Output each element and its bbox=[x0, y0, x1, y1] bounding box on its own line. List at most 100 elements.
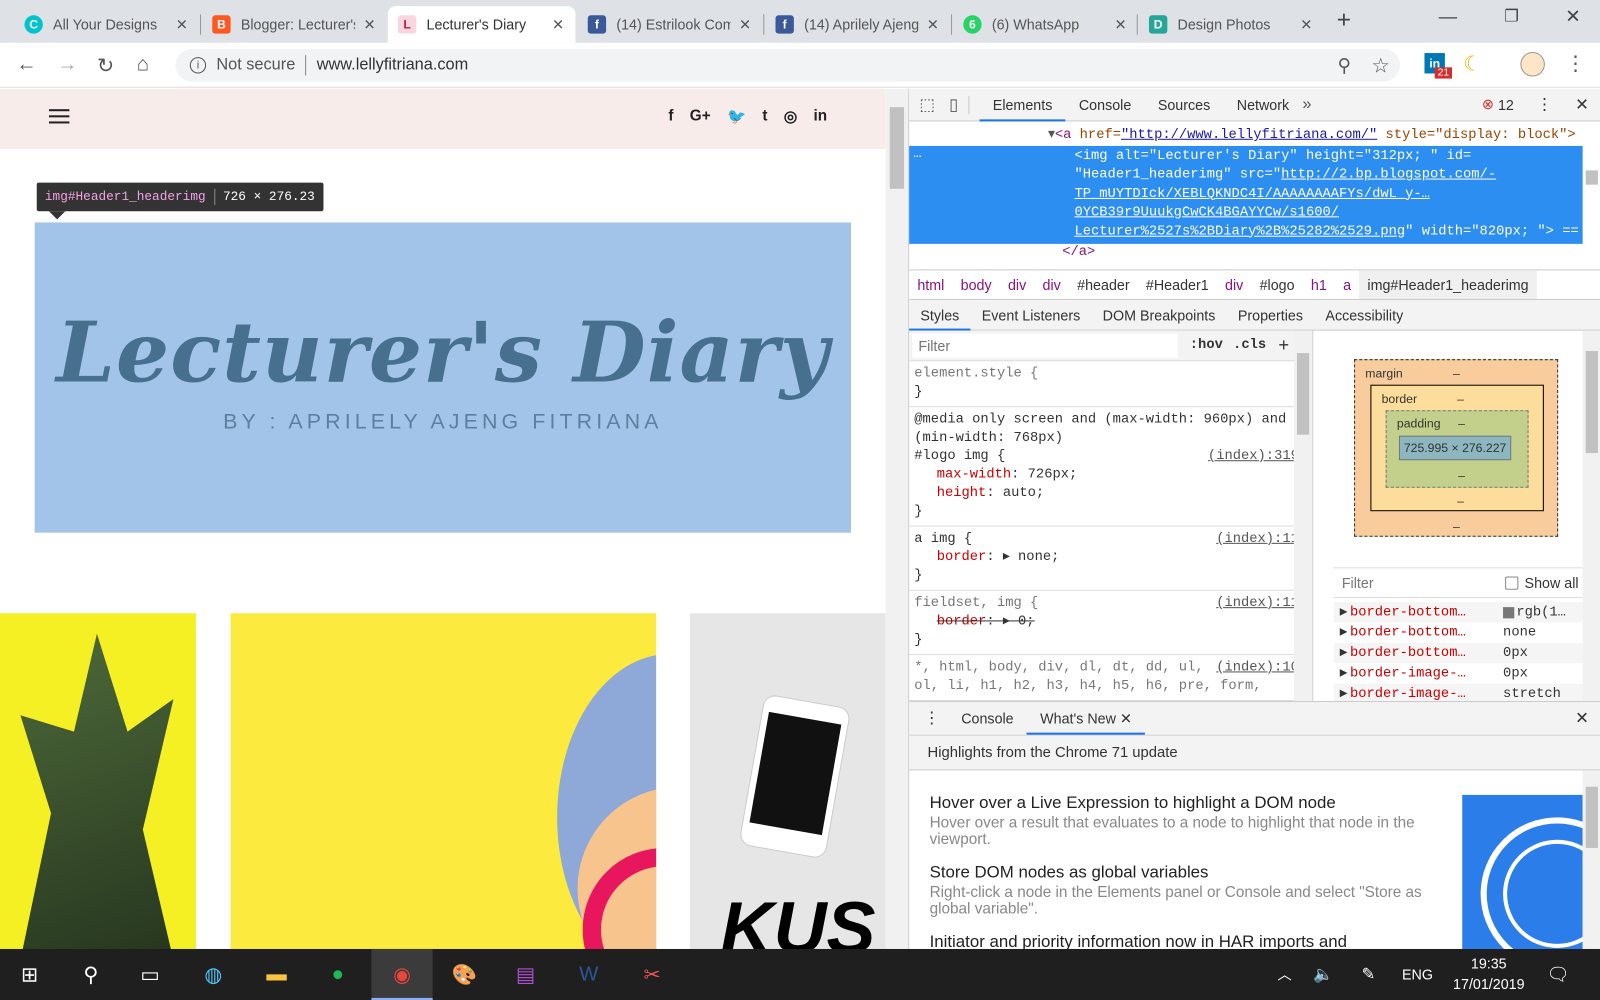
close-tab-icon[interactable]: ✕ bbox=[927, 16, 939, 33]
breadcrumb-item[interactable]: h1 bbox=[1303, 277, 1335, 293]
computed-property[interactable]: ▶ border-image-… 0px bbox=[1334, 663, 1583, 683]
search-icon[interactable]: ⚲ bbox=[76, 959, 107, 990]
show-all-checkbox[interactable] bbox=[1505, 576, 1519, 590]
cls-toggle[interactable]: .cls bbox=[1233, 338, 1266, 353]
zoom-icon[interactable]: ⚲ bbox=[1338, 55, 1351, 76]
styles-filter-input[interactable] bbox=[912, 333, 1178, 358]
facebook-icon[interactable]: f bbox=[668, 107, 673, 125]
tab-facebook-estrilook[interactable]: f(14) Estrilook Community✕ bbox=[578, 6, 762, 43]
style-property[interactable]: height: auto; bbox=[914, 485, 1307, 503]
subtab-event-listeners[interactable]: Event Listeners bbox=[971, 299, 1092, 330]
rule-source-link[interactable]: (index):3191 bbox=[1208, 448, 1307, 466]
close-tab-icon[interactable]: ✕ bbox=[1120, 710, 1132, 726]
node-actions-ellipsis[interactable]: … bbox=[913, 145, 921, 164]
color-swatch[interactable] bbox=[1503, 606, 1515, 618]
close-drawer-icon[interactable]: ✕ bbox=[1575, 708, 1589, 728]
snipping-tool-icon[interactable]: ✂ bbox=[637, 959, 668, 990]
windows-start-icon[interactable]: ⊞ bbox=[14, 959, 45, 990]
globe-app-icon[interactable]: ◍ bbox=[198, 959, 229, 990]
new-tab-button[interactable]: + bbox=[1337, 6, 1351, 35]
header-image[interactable]: Lecturer's Diary BY : APRILELY AJENG FIT… bbox=[34, 222, 852, 533]
pen-icon[interactable]: ✎ bbox=[1353, 959, 1384, 990]
close-window-button[interactable]: ✕ bbox=[1565, 6, 1580, 27]
style-rule[interactable]: (index):119 a img {border: ▸ none;} bbox=[909, 527, 1312, 591]
back-icon[interactable]: ← bbox=[16, 53, 36, 76]
subtab-dom-breakpoints[interactable]: DOM Breakpoints bbox=[1091, 299, 1226, 330]
new-style-rule-icon[interactable]: + bbox=[1278, 335, 1289, 356]
tab-design-photos[interactable]: D Design Photos ✕ bbox=[1139, 6, 1323, 43]
omnibox[interactable]: i Not secure www.lellyfitriana.com ⚲ ☆ bbox=[175, 48, 1400, 82]
tab-sources[interactable]: Sources bbox=[1145, 88, 1224, 121]
post-thumbnail-pineapple[interactable] bbox=[0, 613, 196, 949]
breadcrumb-item[interactable]: #logo bbox=[1251, 277, 1302, 293]
file-explorer-icon[interactable]: ▬ bbox=[261, 959, 292, 990]
google-plus-icon[interactable]: G+ bbox=[690, 107, 711, 125]
style-rule[interactable]: (index):110 fieldset, img {border: ▸ 0;} bbox=[909, 591, 1312, 656]
word-icon[interactable]: W bbox=[573, 959, 604, 990]
subtab-properties[interactable]: Properties bbox=[1227, 299, 1315, 330]
drawer-tab-console[interactable]: Console bbox=[948, 702, 1027, 735]
device-toolbar-icon[interactable]: ▯ bbox=[949, 94, 958, 114]
style-rule[interactable]: element.style {} bbox=[909, 361, 1312, 408]
close-tab-icon[interactable]: ✕ bbox=[1115, 16, 1127, 33]
close-tab-icon[interactable]: ✕ bbox=[552, 16, 564, 33]
computed-property[interactable]: ▶ border-bottom… rgb(1… bbox=[1333, 602, 1583, 623]
tab-lecturers-diary[interactable]: L Lecturer's Diary ✕ bbox=[387, 6, 576, 43]
tab-facebook-aprilely[interactable]: f (14) Aprilely Ajeng ✕ bbox=[765, 6, 949, 43]
style-property[interactable]: border: ▸ none; bbox=[914, 549, 1307, 567]
close-tab-icon[interactable]: ✕ bbox=[739, 16, 751, 33]
minimize-button[interactable]: — bbox=[1439, 6, 1457, 27]
more-tabs-icon[interactable]: » bbox=[1302, 95, 1311, 113]
breadcrumb-item[interactable]: div bbox=[1217, 277, 1252, 293]
dom-node-a-close[interactable]: </a> bbox=[909, 244, 1582, 263]
twitter-icon[interactable]: 🐦 bbox=[727, 107, 746, 125]
dom-node-img-selected[interactable]: … <img alt="Lecturer's Diary" height="31… bbox=[909, 145, 1600, 244]
url-text[interactable]: www.lellyfitriana.com bbox=[317, 56, 469, 74]
drawer-tab-whats-new[interactable]: What's New ✕ bbox=[1026, 702, 1146, 735]
style-property[interactable]: max-width: 726px; bbox=[914, 466, 1307, 484]
bookmark-star-icon[interactable]: ☆ bbox=[1371, 53, 1389, 79]
inspect-element-icon[interactable]: ⬚ bbox=[919, 94, 934, 114]
breadcrumb-item[interactable]: div bbox=[1034, 277, 1069, 293]
tray-expand-icon[interactable]: ︿ bbox=[1269, 959, 1300, 990]
close-tab-icon[interactable]: ✕ bbox=[364, 16, 376, 33]
tab-console[interactable]: Console bbox=[1066, 88, 1145, 121]
close-devtools-icon[interactable]: ✕ bbox=[1575, 94, 1589, 114]
hamburger-menu-icon[interactable] bbox=[48, 109, 70, 124]
post-thumbnail-watermelon[interactable] bbox=[230, 613, 657, 949]
language-indicator[interactable]: ENG bbox=[1402, 966, 1433, 982]
winrar-icon[interactable]: ▤ bbox=[510, 959, 541, 990]
drawer-menu-icon[interactable]: ⋮ bbox=[923, 708, 939, 728]
close-tab-icon[interactable]: ✕ bbox=[1300, 16, 1312, 33]
forward-icon[interactable]: → bbox=[57, 53, 77, 76]
tab-canva[interactable]: C All Your Designs ✕ bbox=[14, 6, 198, 43]
style-property[interactable]: border: ▸ 0; bbox=[914, 613, 1307, 631]
menu-kebab-icon[interactable]: ⋮ bbox=[1565, 51, 1585, 77]
breadcrumb-item[interactable]: div bbox=[1000, 277, 1035, 293]
subtab-accessibility[interactable]: Accessibility bbox=[1314, 299, 1414, 330]
close-tab-icon[interactable]: ✕ bbox=[176, 16, 188, 33]
reload-icon[interactable]: ↻ bbox=[97, 53, 114, 79]
chrome-taskbar-button[interactable]: ◉ bbox=[371, 948, 433, 1000]
subtab-styles[interactable]: Styles bbox=[909, 299, 971, 331]
breadcrumb-item[interactable]: body bbox=[952, 277, 999, 293]
breadcrumb-item[interactable]: a bbox=[1335, 277, 1359, 293]
notifications-icon[interactable]: 🗨 bbox=[1543, 959, 1574, 990]
page-scrollbar[interactable] bbox=[885, 88, 909, 949]
tab-whatsapp[interactable]: 6 (6) WhatsApp ✕ bbox=[953, 6, 1137, 43]
error-count[interactable]: 12 bbox=[1498, 96, 1514, 112]
home-icon[interactable]: ⌂ bbox=[137, 53, 149, 76]
paint-icon[interactable]: 🎨 bbox=[449, 959, 480, 990]
whats-new-item[interactable]: Store DOM nodes as global variables Right… bbox=[930, 862, 1440, 917]
spotify-icon[interactable]: ● bbox=[322, 959, 353, 990]
linkedin-icon[interactable]: in bbox=[813, 107, 827, 125]
restore-button[interactable]: ❐ bbox=[1504, 6, 1519, 26]
computed-property[interactable]: ▶ border-bottom… 0px bbox=[1333, 642, 1583, 664]
breadcrumb-item[interactable]: #header bbox=[1069, 277, 1138, 293]
computed-filter-input[interactable]: Filter bbox=[1342, 574, 1374, 590]
volume-icon[interactable]: 🔈 bbox=[1308, 959, 1339, 990]
hov-toggle[interactable]: :hov bbox=[1190, 338, 1223, 353]
whats-new-item[interactable]: Hover over a Live Expression to highligh… bbox=[930, 793, 1440, 848]
tab-network[interactable]: Network bbox=[1223, 88, 1302, 121]
style-rule[interactable]: (index):108 *, html, body, div, dl, dt, d… bbox=[909, 655, 1312, 702]
